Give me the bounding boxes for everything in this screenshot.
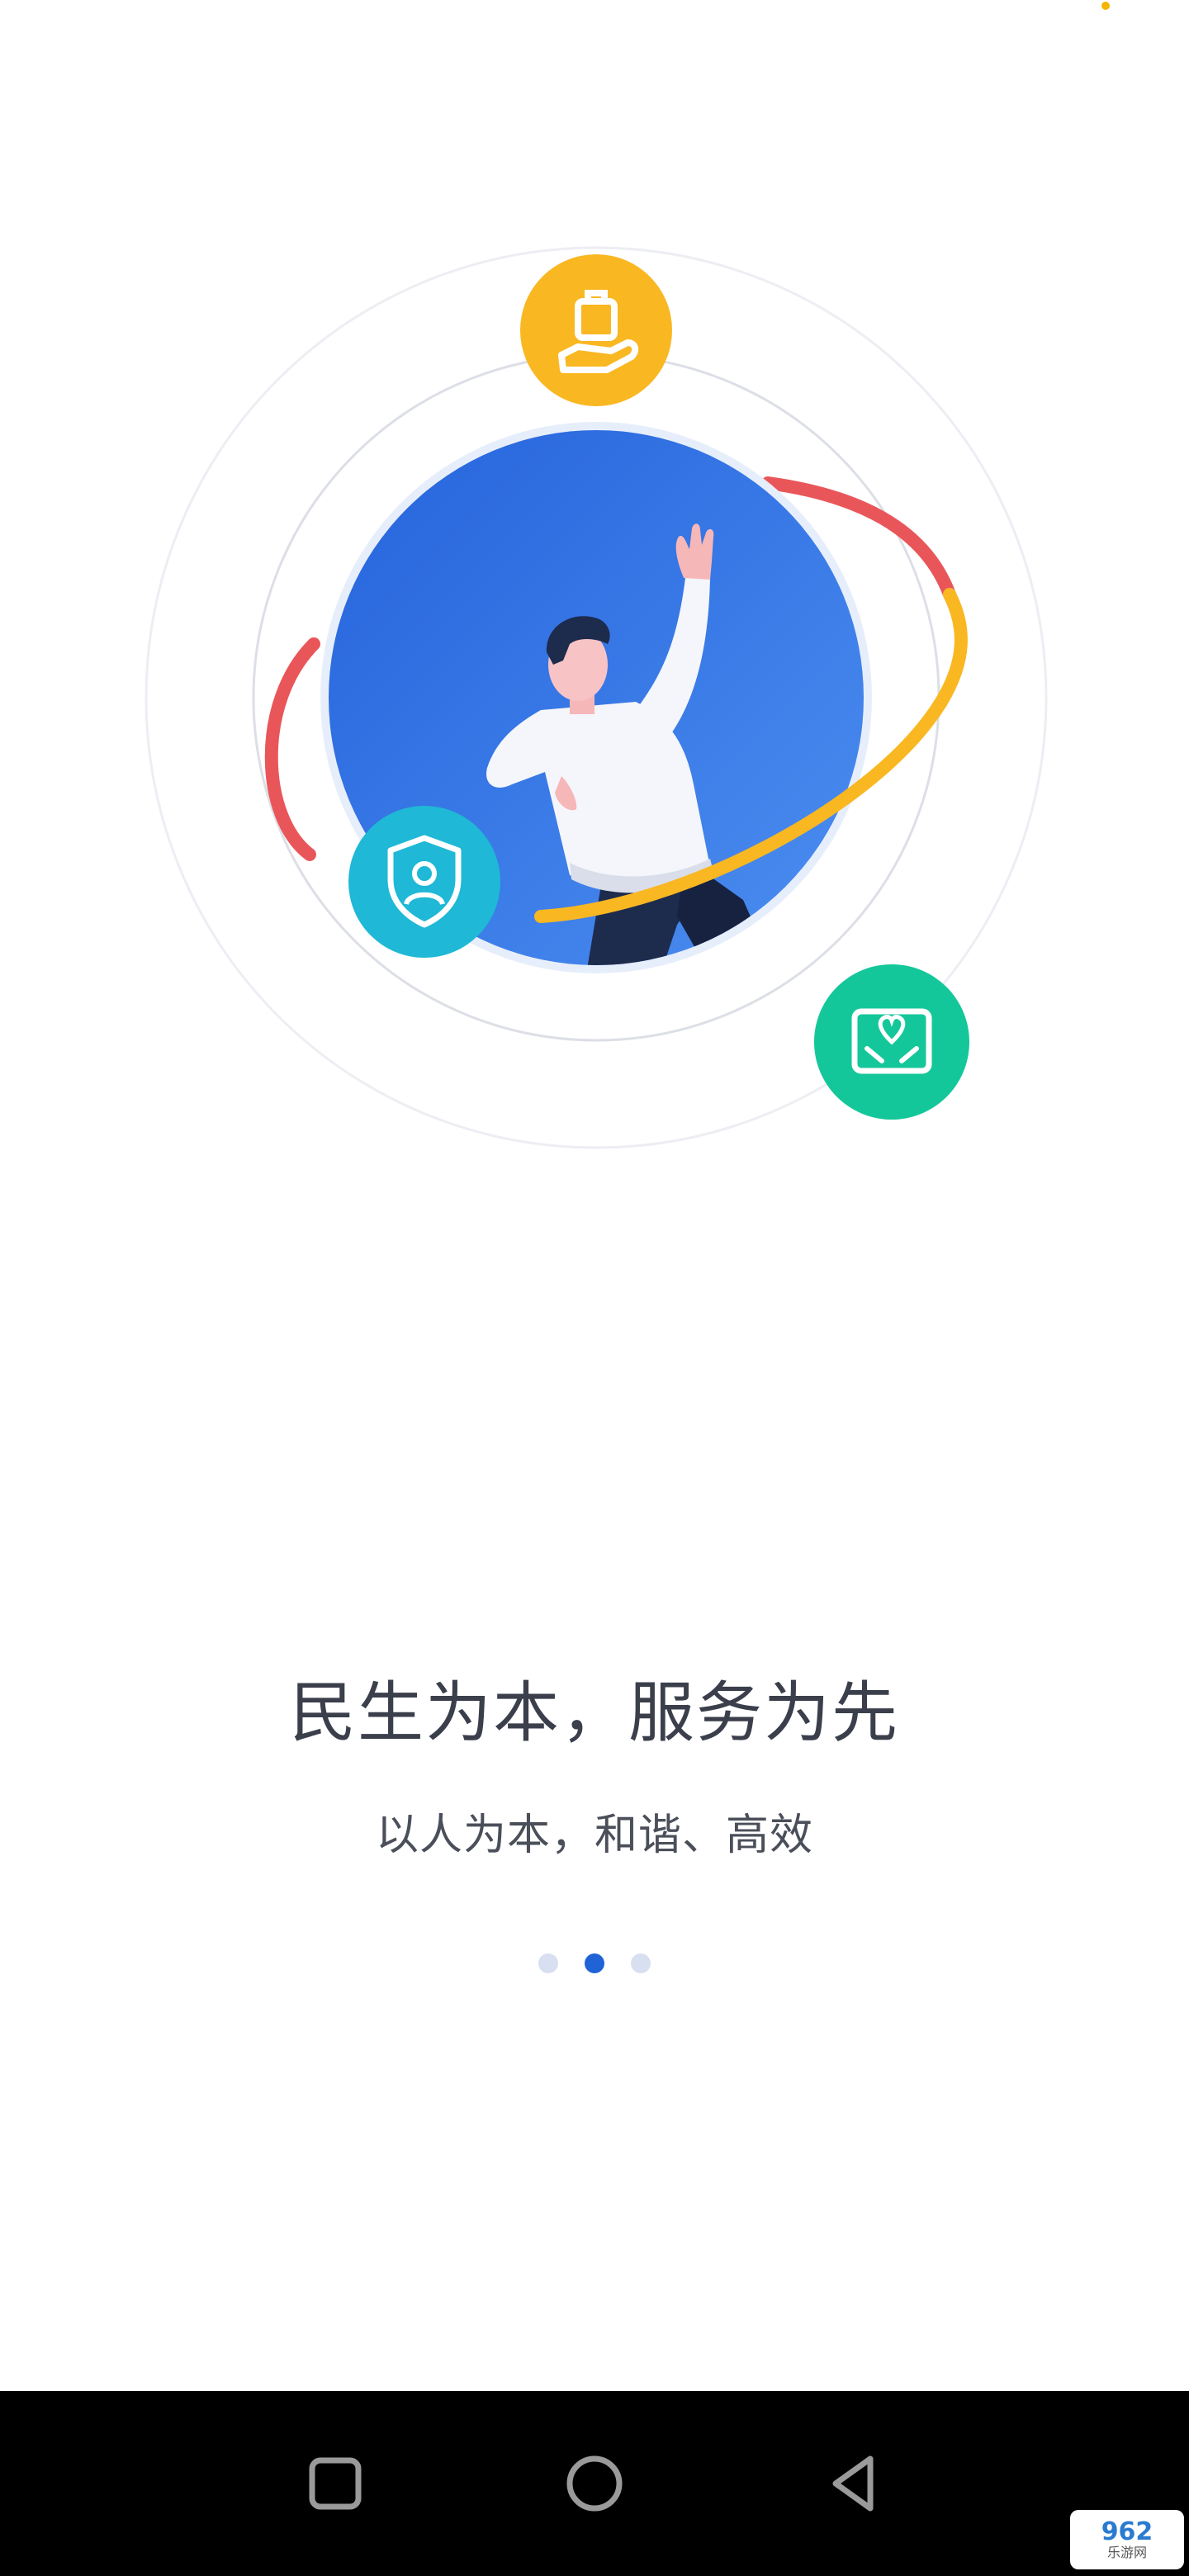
system-navigation-bar (0, 2391, 1189, 2576)
back-button[interactable] (819, 2449, 888, 2518)
page-dot-3[interactable] (631, 1953, 651, 1973)
heart-hands-icon (814, 964, 969, 1120)
page-dot-1[interactable] (538, 1953, 558, 1973)
onboarding-illustration (144, 246, 1048, 1149)
home-circle-icon (566, 2455, 623, 2512)
shield-person-icon (348, 806, 500, 958)
page-dot-2-active[interactable] (585, 1953, 604, 1973)
back-triangle-icon (832, 2455, 874, 2512)
red-orbit-arc (264, 637, 320, 861)
watermark-main: 962 (1101, 2517, 1153, 2546)
watermark-sub: 乐游网 (1106, 2545, 1147, 2560)
page-indicator (0, 1953, 1189, 1973)
recents-square-icon (309, 2457, 362, 2510)
home-button[interactable] (560, 2449, 629, 2518)
recents-button[interactable] (301, 2449, 370, 2518)
onboarding-title: 民生为本，服务为先 (290, 1674, 899, 1751)
onboarding-subtitle: 以人为本，和谐、高效 (375, 1811, 813, 1860)
luggage-hand-icon (520, 254, 672, 406)
site-watermark: 962 乐游网 (1070, 2510, 1184, 2569)
